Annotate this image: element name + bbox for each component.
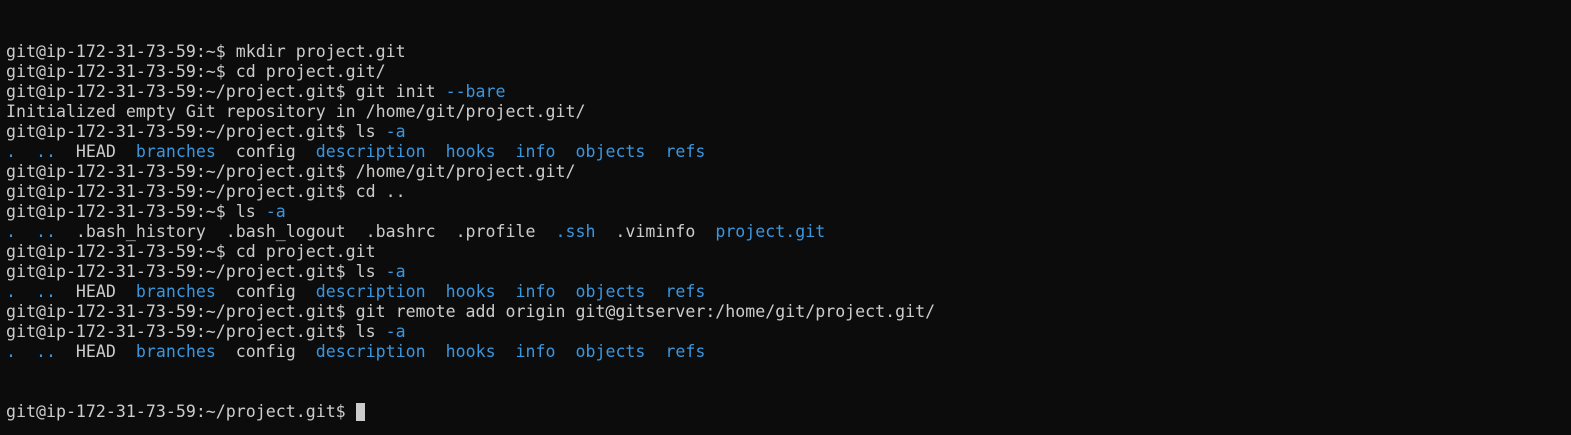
terminal-text-segment: branches: [135, 142, 216, 161]
prompt-text: git@ip-172-31-73-59:~/project.git$: [6, 402, 356, 421]
terminal-line: git@ip-172-31-73-59:~$ cd project.git/: [6, 62, 1571, 82]
terminal-text-segment: . ..: [6, 282, 56, 301]
terminal-line: . .. HEAD branches config description ho…: [6, 342, 1571, 362]
terminal-prompt-line[interactable]: git@ip-172-31-73-59:~/project.git$: [6, 402, 1571, 422]
terminal-text-segment: . ..: [6, 142, 56, 161]
terminal-text-segment: -a: [385, 262, 406, 281]
terminal-text-segment: git@ip-172-31-73-59:~$ cd project.git: [6, 242, 376, 261]
terminal-text-segment: git@ip-172-31-73-59:~/project.git$ git i…: [6, 82, 446, 101]
terminal-text-segment: config: [215, 342, 316, 361]
terminal-text-segment: git@ip-172-31-73-59:~/project.git$ ls: [6, 262, 386, 281]
terminal-output: git@ip-172-31-73-59:~$ mkdir project.git…: [6, 42, 1571, 362]
terminal-text-segment: .viminfo: [595, 222, 716, 241]
terminal-line: . .. .bash_history .bash_logout .bashrc …: [6, 222, 1571, 242]
terminal-text-segment: git@ip-172-31-73-59:~$ ls: [6, 202, 266, 221]
terminal-line: git@ip-172-31-73-59:~/project.git$ ls -a: [6, 262, 1571, 282]
terminal-text-segment: -a: [385, 322, 406, 341]
terminal-text-segment: --bare: [445, 82, 506, 101]
terminal-line: git@ip-172-31-73-59:~$ ls -a: [6, 202, 1571, 222]
terminal-text-segment: HEAD: [55, 342, 136, 361]
terminal-text-segment: git@ip-172-31-73-59:~/project.git$ ls: [6, 122, 386, 141]
terminal-line: git@ip-172-31-73-59:~/project.git$ /home…: [6, 162, 1571, 182]
terminal-line: . .. HEAD branches config description ho…: [6, 142, 1571, 162]
terminal-text-segment: git@ip-172-31-73-59:~/project.git$ git r…: [6, 302, 936, 321]
terminal-line: git@ip-172-31-73-59:~/project.git$ git i…: [6, 82, 1571, 102]
terminal-text-segment: project.git: [715, 222, 826, 241]
terminal-line: git@ip-172-31-73-59:~$ cd project.git: [6, 242, 1571, 262]
terminal-line: Initialized empty Git repository in /hom…: [6, 102, 1571, 122]
terminal-text-segment: description hooks info objects refs: [315, 142, 706, 161]
terminal-text-segment: branches: [135, 342, 216, 361]
terminal-text-segment: .bash_history .bash_logout .bashrc .prof…: [55, 222, 556, 241]
terminal-text-segment: -a: [265, 202, 286, 221]
terminal-line: git@ip-172-31-73-59:~/project.git$ git r…: [6, 302, 1571, 322]
terminal-text-segment: -a: [385, 122, 406, 141]
terminal-text-segment: git@ip-172-31-73-59:~/project.git$ ls: [6, 322, 386, 341]
terminal-text-segment: config: [215, 142, 316, 161]
terminal-text-segment: . ..: [6, 222, 56, 241]
terminal-window[interactable]: git@ip-172-31-73-59:~$ mkdir project.git…: [0, 0, 1571, 435]
terminal-text-segment: Initialized empty Git repository in /hom…: [6, 102, 586, 121]
terminal-text-segment: git@ip-172-31-73-59:~/project.git$ /home…: [6, 162, 576, 181]
terminal-text-segment: git@ip-172-31-73-59:~/project.git$ cd ..: [6, 182, 406, 201]
terminal-text-segment: branches: [135, 282, 216, 301]
terminal-text-segment: description hooks info objects refs: [315, 342, 706, 361]
block-cursor-icon: [355, 403, 365, 421]
terminal-text-segment: . ..: [6, 342, 56, 361]
terminal-text-segment: git@ip-172-31-73-59:~$ cd project.git/: [6, 62, 386, 81]
terminal-text-segment: .ssh: [555, 222, 596, 241]
terminal-line: . .. HEAD branches config description ho…: [6, 282, 1571, 302]
terminal-line: git@ip-172-31-73-59:~/project.git$ cd ..: [6, 182, 1571, 202]
terminal-line: git@ip-172-31-73-59:~/project.git$ ls -a: [6, 322, 1571, 342]
terminal-text-segment: HEAD: [55, 142, 136, 161]
terminal-text-segment: git@ip-172-31-73-59:~$ mkdir project.git: [6, 42, 406, 61]
terminal-text-segment: config: [215, 282, 316, 301]
terminal-line: git@ip-172-31-73-59:~/project.git$ ls -a: [6, 122, 1571, 142]
terminal-line: git@ip-172-31-73-59:~$ mkdir project.git: [6, 42, 1571, 62]
terminal-text-segment: HEAD: [55, 282, 136, 301]
terminal-text-segment: description hooks info objects refs: [315, 282, 706, 301]
